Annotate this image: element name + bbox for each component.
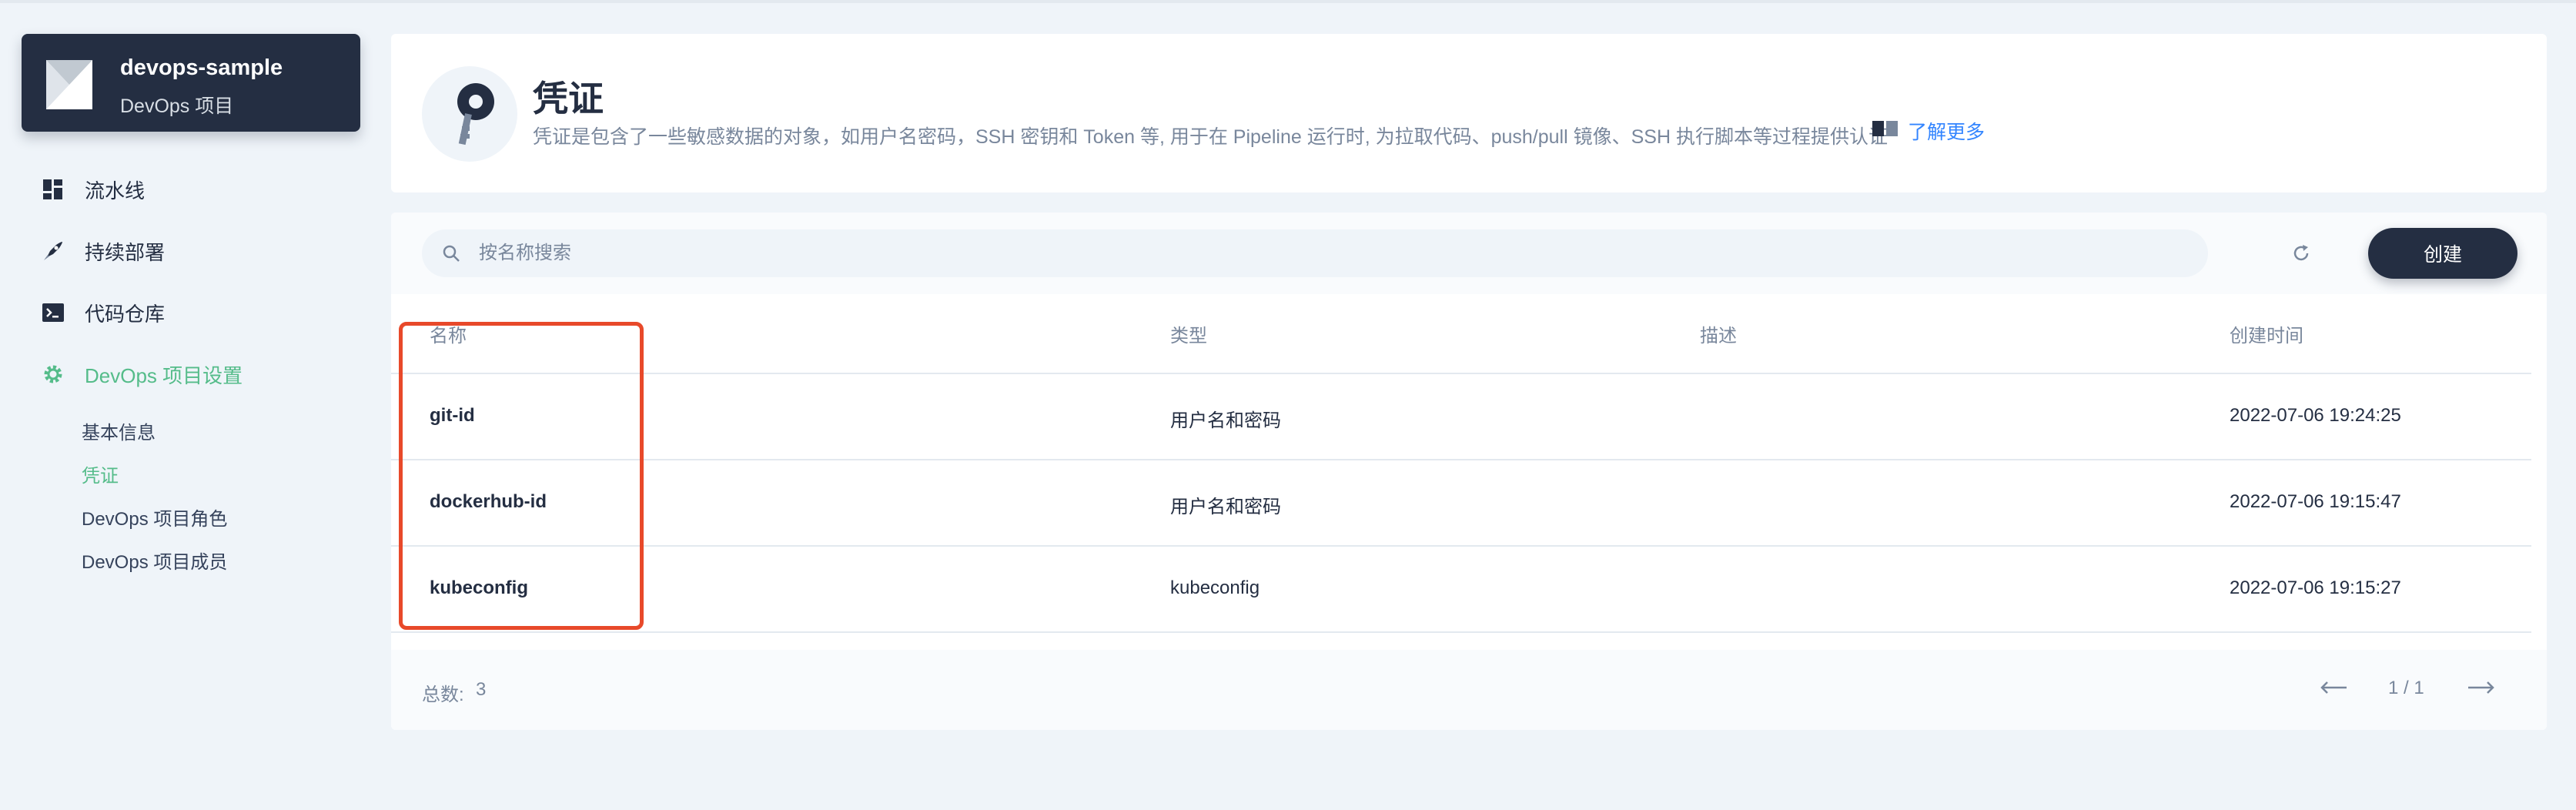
page-description: 凭证是包含了一些敏感数据的对象，如用户名密码，SSH 密钥和 Token 等, … [533,126,1888,148]
terminal-icon [40,300,66,326]
project-logo-icon [46,60,92,109]
project-type: DevOps 项目 [120,95,234,117]
credential-created-time: 2022-07-06 19:15:27 [2230,577,2401,598]
credential-created-time: 2022-07-06 19:15:47 [2230,491,2401,512]
previous-page-button[interactable] [2319,679,2348,700]
sidebar-subitem-credentials[interactable]: 凭证 [82,460,119,487]
sidebar-item-label: 持续部署 [85,240,166,264]
table-divider [391,459,2531,460]
table-divider [391,545,2531,547]
rocket-icon [40,238,66,264]
key-icon [422,66,517,162]
column-header-description: 描述 [1700,326,1737,346]
next-page-button[interactable] [2467,679,2496,700]
arrow-right-icon [2468,681,2494,694]
sidebar-item-devops-settings[interactable]: DevOps 项目设置 [40,351,243,397]
arrow-left-icon [2320,681,2347,694]
search-icon [442,244,460,263]
credentials-table-card: 创建 名称 类型 描述 创建时间 git-id 用户名和密码 2022-07-0… [391,213,2547,730]
credential-created-time: 2022-07-06 19:24:25 [2230,405,2401,426]
column-header-created[interactable]: 创建时间 [2230,320,2303,347]
column-header-name[interactable]: 名称 [430,320,467,347]
table-toolbar: 创建 [391,213,2547,294]
sidebar-item-label: 流水线 [85,179,146,202]
total-count: 3 [476,679,487,700]
table-footer: 总数: 3 1 / 1 [391,650,2547,730]
credential-type: 用户名和密码 [1170,497,1281,517]
page-header: 凭证 凭证是包含了一些敏感数据的对象，如用户名密码，SSH 密钥和 Token … [391,34,2547,192]
sidebar-item-pipelines[interactable]: 流水线 [40,166,145,213]
page-indicator: 1 / 1 [2388,678,2424,698]
search-input[interactable] [479,243,2173,264]
search-bar[interactable] [422,229,2208,277]
pipeline-icon [40,176,66,202]
credential-name[interactable]: dockerhub-id [430,491,547,513]
sidebar-subitem-project-roles[interactable]: DevOps 项目角色 [82,504,227,531]
refresh-icon [2293,245,2309,261]
create-button[interactable]: 创建 [2368,228,2517,279]
credential-name[interactable]: git-id [430,405,475,427]
learn-more-label: 了解更多 [1908,122,1986,143]
project-name: devops-sample [120,55,283,80]
table-divider [391,631,2531,633]
page-title: 凭证 [533,79,604,119]
book-icon [1872,119,1899,143]
sidebar-item-continuous-deploy[interactable]: 持续部署 [40,228,165,274]
sidebar-item-code-repo[interactable]: 代码仓库 [40,290,165,336]
gear-icon [40,361,66,387]
sidebar-item-label: 代码仓库 [85,302,166,326]
total-label: 总数: [422,684,464,705]
table-divider [391,373,2531,374]
learn-more-link[interactable]: 了解更多 [1872,117,1985,145]
sidebar-subitem-project-members[interactable]: DevOps 项目成员 [82,547,227,574]
refresh-button[interactable] [2285,237,2317,269]
column-header-type: 类型 [1170,326,1207,346]
credential-type: 用户名和密码 [1170,410,1281,431]
project-card[interactable]: devops-sample DevOps 项目 [22,34,360,132]
top-divider [0,0,2576,3]
sidebar-subitem-basic-info[interactable]: 基本信息 [82,417,156,444]
sidebar-item-label: DevOps 项目设置 [85,363,243,387]
credential-name[interactable]: kubeconfig [430,577,528,599]
credential-type: kubeconfig [1170,577,1260,598]
